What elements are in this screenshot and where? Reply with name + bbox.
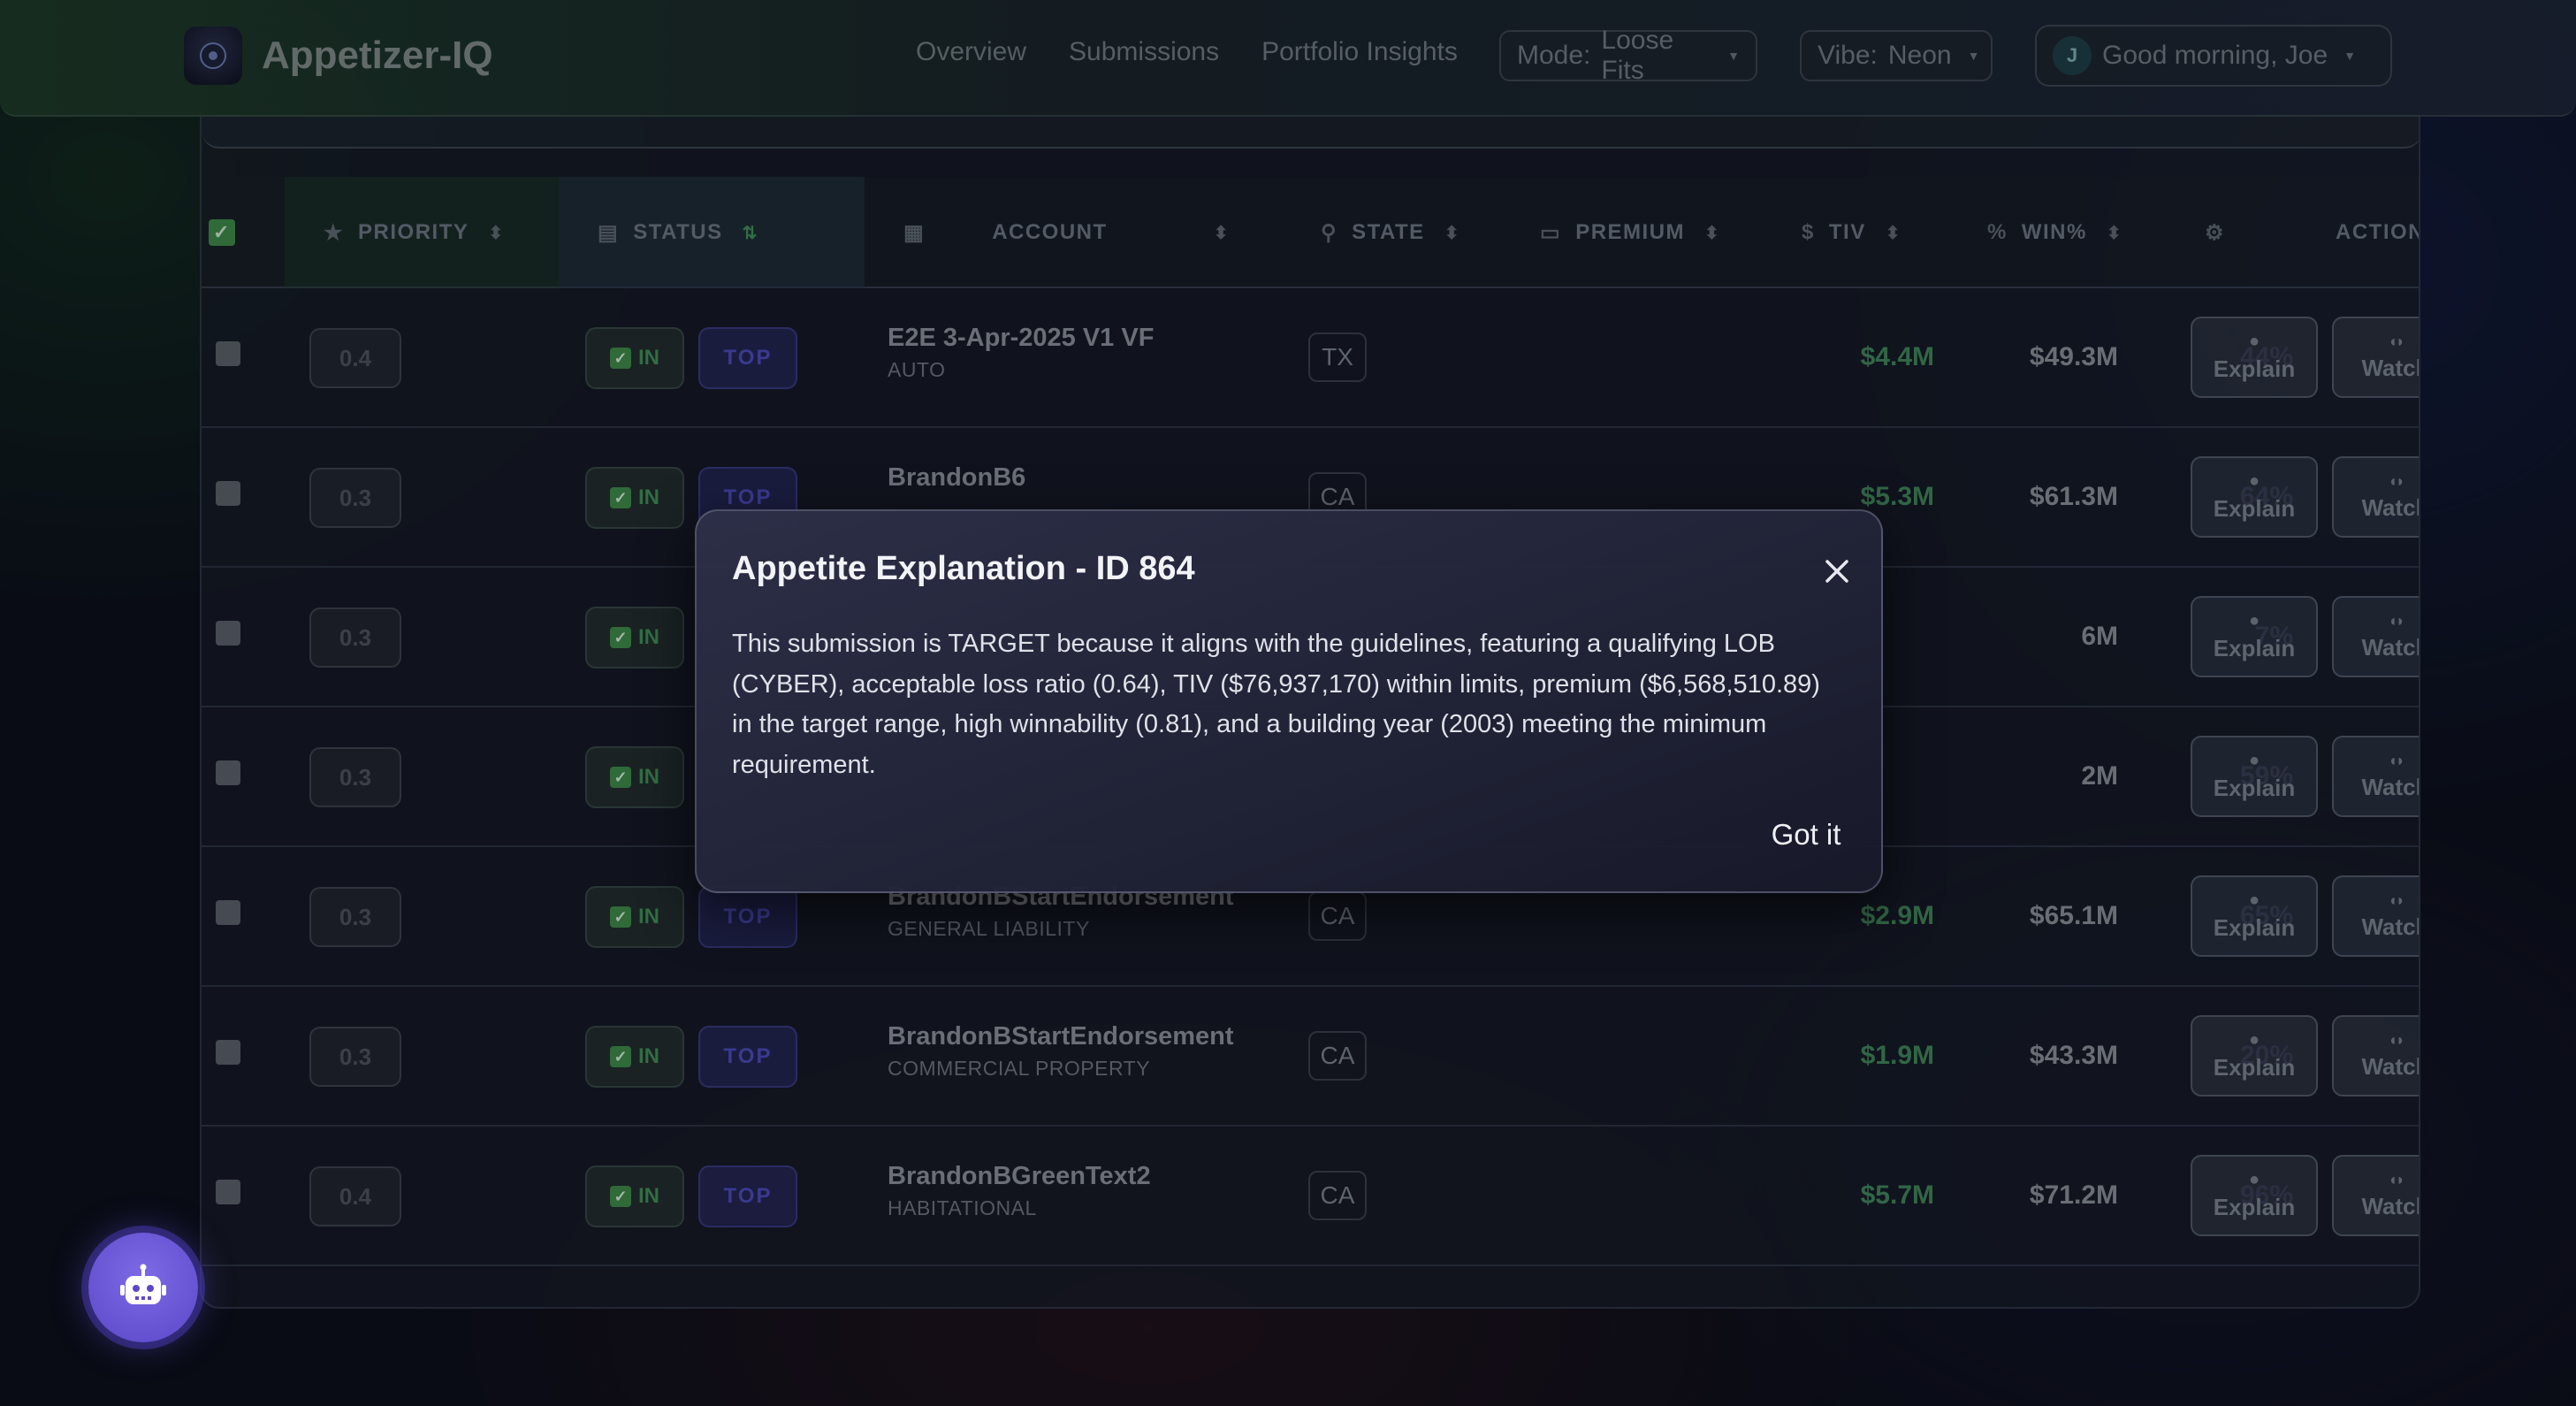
robot-icon — [120, 1264, 166, 1304]
close-icon[interactable] — [1819, 554, 1855, 589]
dialog-body: This submission is TARGET because it ali… — [732, 630, 1820, 779]
assistant-bot-button[interactable] — [88, 1233, 198, 1342]
got-it-button[interactable]: Got it — [1749, 812, 1863, 858]
dialog-title: Appetite Explanation - ID 864 — [732, 550, 1195, 587]
appetite-explanation-dialog: Appetite Explanation - ID 864 This submi… — [695, 509, 1883, 893]
